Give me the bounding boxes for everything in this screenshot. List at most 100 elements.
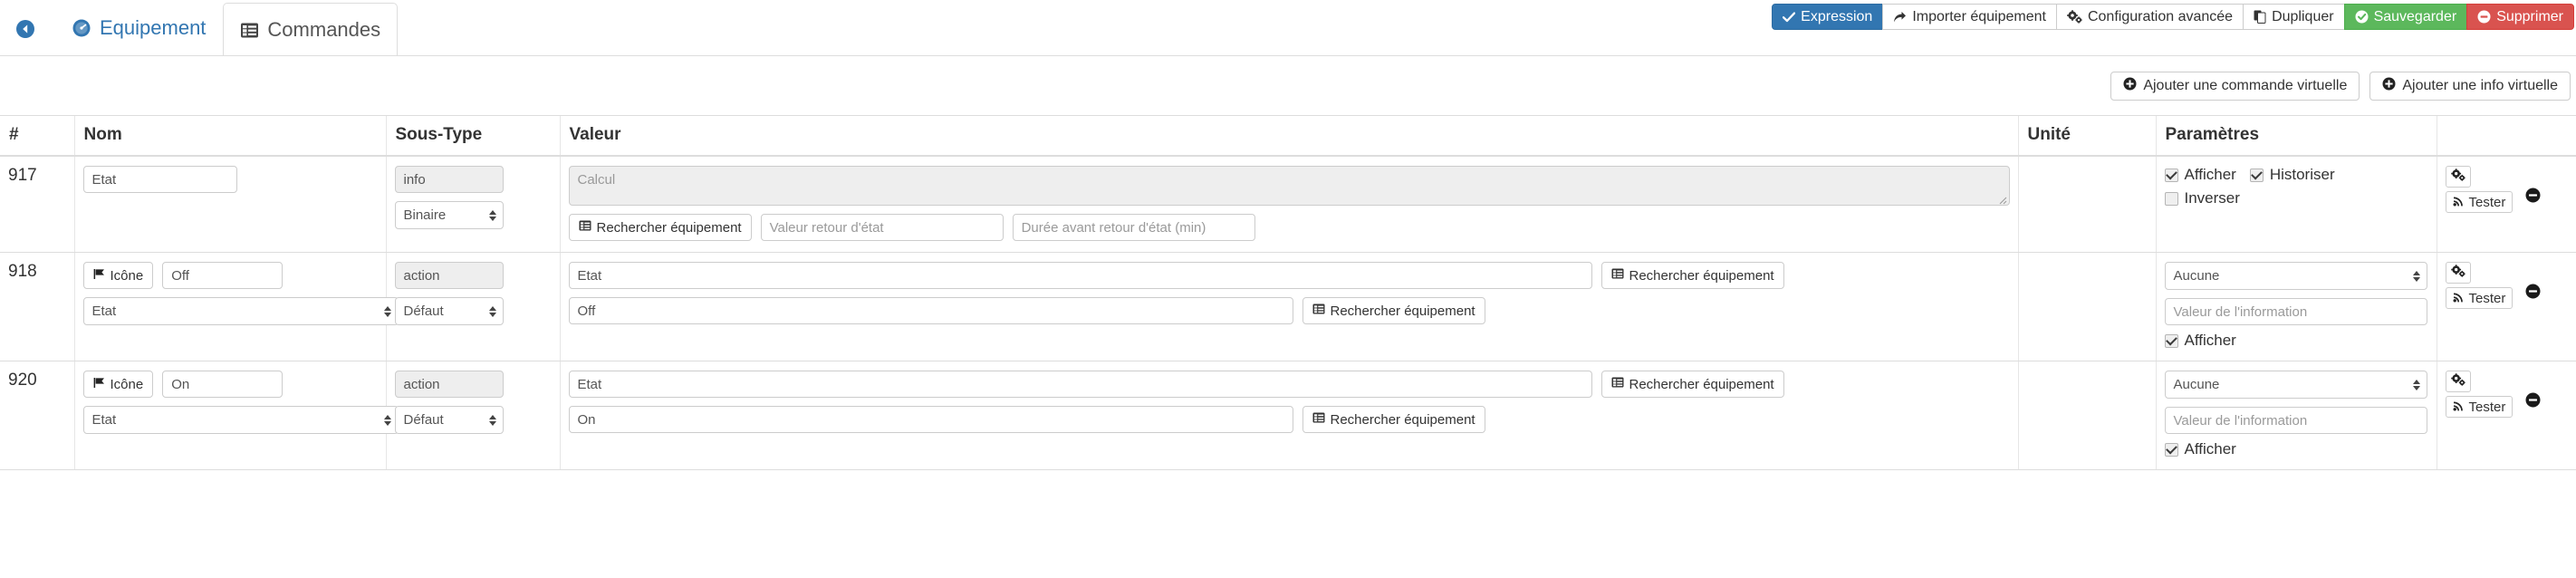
action-button-stack: Tester — [2445, 371, 2514, 418]
tab-commandes-label: Commandes — [267, 18, 381, 41]
icone-button-label: Icône — [110, 267, 144, 284]
icone-button[interactable]: Icône — [82, 371, 154, 398]
dupliquer-button-label: Dupliquer — [2272, 8, 2334, 24]
historiser-checkbox[interactable]: Historiser — [2249, 166, 2335, 184]
row-unite-cell — [2017, 252, 2156, 361]
afficher-checkbox[interactable]: Afficher — [2164, 166, 2236, 184]
parametres-select-value: Aucune — [2173, 377, 2220, 392]
valeur-information-input[interactable]: Valeur de l'information — [2164, 298, 2427, 325]
subtype-readonly-input: info — [394, 166, 504, 193]
remove-command-button[interactable] — [2525, 188, 2541, 207]
back-arrow-circle-icon[interactable] — [16, 20, 34, 38]
row-id: 920 — [0, 361, 74, 470]
tab-equipement-label: Equipement — [100, 16, 207, 39]
remove-command-button[interactable] — [2525, 284, 2541, 303]
subtype-select-value: Défaut — [403, 303, 444, 319]
duree-avant-retour-etat-input[interactable]: Durée avant retour d'état (min) — [1012, 214, 1255, 241]
row-value-cell: Etat Rechercher équipement On Rechercher… — [559, 361, 2018, 470]
command-name-input[interactable]: Etat — [82, 166, 237, 193]
column-header-id: # — [0, 115, 74, 157]
tab-commandes[interactable]: Commandes — [223, 3, 399, 56]
checkbox-box — [2249, 168, 2264, 182]
value-input-bottom[interactable]: Off — [568, 297, 1293, 324]
tab-equipement[interactable]: Equipement — [54, 3, 223, 53]
expression-button[interactable]: Expression — [1772, 4, 1884, 30]
rss-signal-icon — [2453, 400, 2465, 415]
minus-circle-icon — [2477, 10, 2491, 24]
rechercher-equipement-button[interactable]: Rechercher équipement — [1600, 262, 1784, 289]
rechercher-equipement-label: Rechercher équipement — [596, 219, 742, 236]
row-parametres-cell: Aucune Valeur de l'information Afficher — [2155, 252, 2437, 361]
remove-command-button[interactable] — [2525, 392, 2541, 412]
ajouter-commande-virtuelle-button[interactable]: Ajouter une commande virtuelle — [2110, 72, 2360, 101]
tester-button[interactable]: Tester — [2445, 287, 2514, 309]
ajouter-info-virtuelle-button[interactable]: Ajouter une info virtuelle — [2369, 72, 2571, 101]
name-type-select[interactable]: Etat — [82, 406, 399, 434]
row-subtype-cell: action Défaut — [385, 361, 560, 470]
rechercher-equipement-button[interactable]: Rechercher équipement — [1600, 371, 1784, 398]
row-name-cell: Icône On Etat — [73, 361, 399, 470]
commands-table: # Nom Sous-Type Valeur Unité Paramètres … — [0, 115, 2576, 470]
value-input-top[interactable]: Etat — [568, 262, 1592, 289]
value-controls-row: Rechercher équipement Valeur retour d'ét… — [568, 214, 2010, 241]
rechercher-equipement-button-2[interactable]: Rechercher équipement — [1302, 297, 1485, 324]
parametres-checkbox-group-2: Inverser — [2164, 189, 2428, 207]
tester-button-label: Tester — [2468, 194, 2506, 210]
subtype-select[interactable]: Défaut — [394, 406, 504, 434]
parametres-checkbox-group: Afficher — [2164, 440, 2428, 458]
parametres-select[interactable]: Aucune — [2164, 371, 2427, 399]
value-input-bottom[interactable]: On — [568, 406, 1293, 433]
virtual-add-toolbar: Ajouter une commande virtuelle Ajouter u… — [2110, 72, 2571, 101]
subtype-select[interactable]: Binaire — [394, 201, 504, 229]
tester-button[interactable]: Tester — [2445, 396, 2514, 418]
historiser-checkbox-label: Historiser — [2269, 166, 2335, 183]
parametres-select-value: Aucune — [2173, 268, 2220, 284]
sauvegarder-button-label: Sauvegarder — [2373, 8, 2457, 24]
ajouter-info-virtuelle-label: Ajouter une info virtuelle — [2402, 78, 2558, 93]
action-button-stack: Tester — [2445, 166, 2514, 213]
configure-gears-button[interactable] — [2445, 371, 2471, 392]
afficher-checkbox[interactable]: Afficher — [2164, 332, 2236, 350]
top-bar: Equipement Commandes Expression Importer… — [0, 0, 2576, 101]
row-action-buttons: Tester — [2445, 166, 2569, 213]
subtype-select-value: Défaut — [403, 412, 444, 428]
tester-button-label: Tester — [2468, 290, 2506, 306]
list-table-icon — [579, 219, 591, 236]
supprimer-button[interactable]: Supprimer — [2466, 4, 2574, 30]
table-row: 917 Etat info Binaire Calcul Rechercher … — [0, 156, 2576, 253]
rechercher-equipement-label: Rechercher équipement — [1629, 267, 1774, 284]
afficher-checkbox[interactable]: Afficher — [2164, 440, 2236, 458]
tester-button[interactable]: Tester — [2445, 191, 2514, 213]
check-icon — [1783, 11, 1796, 23]
resize-grip-icon[interactable] — [1996, 193, 2007, 205]
table-row: 918 Icône Off Etat action Défaut Etat Re… — [0, 252, 2576, 361]
importer-equipement-button[interactable]: Importer équipement — [1882, 4, 2057, 30]
configure-gears-button[interactable] — [2445, 262, 2471, 284]
row-parametres-cell: Aucune Valeur de l'information Afficher — [2155, 361, 2437, 470]
subtype-select[interactable]: Défaut — [394, 297, 504, 325]
column-header-valeur: Valeur — [559, 115, 2018, 157]
check-circle-icon — [2355, 10, 2369, 24]
configuration-avancee-button[interactable]: Configuration avancée — [2055, 4, 2244, 30]
parametres-select[interactable]: Aucune — [2164, 262, 2427, 290]
command-name-input[interactable]: On — [162, 371, 284, 398]
rechercher-equipement-button-2[interactable]: Rechercher équipement — [1302, 406, 1485, 433]
name-type-select[interactable]: Etat — [82, 297, 399, 325]
sauvegarder-button[interactable]: Sauvegarder — [2343, 4, 2468, 30]
icone-button[interactable]: Icône — [82, 262, 154, 289]
rechercher-equipement-button[interactable]: Rechercher équipement — [568, 214, 752, 241]
row-subtype-cell: action Défaut — [385, 252, 560, 361]
inverser-checkbox[interactable]: Inverser — [2164, 189, 2240, 207]
list-table-icon — [1312, 303, 1325, 319]
value-input-top[interactable]: Etat — [568, 371, 1592, 398]
calcul-textarea[interactable]: Calcul — [568, 166, 2010, 206]
valeur-retour-etat-input[interactable]: Valeur retour d'état — [760, 214, 1004, 241]
dashboard-icon — [72, 18, 91, 38]
dupliquer-button[interactable]: Dupliquer — [2243, 4, 2345, 30]
name-type-select-value: Etat — [91, 412, 117, 428]
configure-gears-button[interactable] — [2445, 166, 2471, 188]
valeur-information-input[interactable]: Valeur de l'information — [2164, 407, 2427, 434]
calcul-textarea-placeholder: Calcul — [577, 172, 616, 188]
list-table-icon — [240, 21, 259, 40]
command-name-input[interactable]: Off — [162, 262, 284, 289]
